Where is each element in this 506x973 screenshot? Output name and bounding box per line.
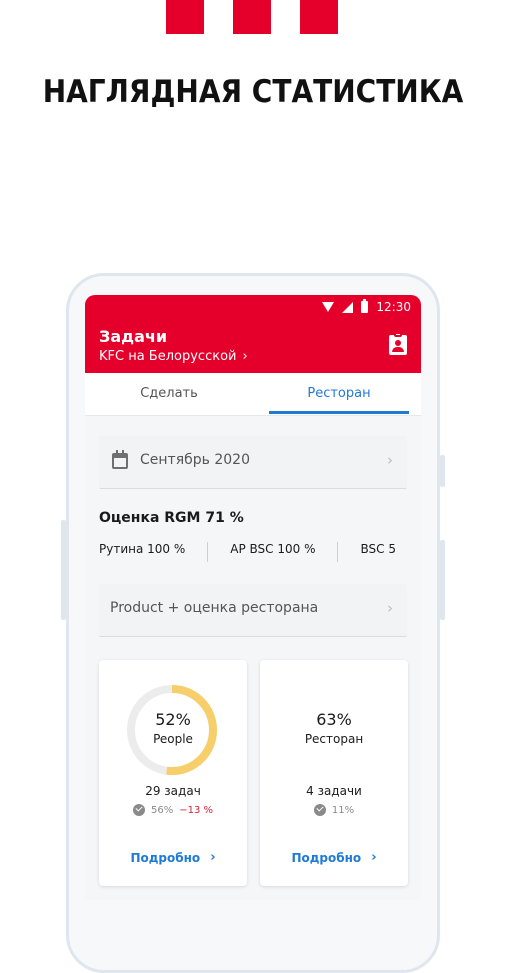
status-bar: 12:30 (322, 299, 411, 315)
chevron-right-icon: › (387, 599, 393, 617)
active-tab-indicator (269, 411, 409, 414)
sub-stats: 56% −13 % (99, 804, 247, 816)
phone-side-button (61, 520, 66, 620)
wifi-icon (322, 302, 335, 312)
tasks-count: 29 задач (145, 784, 201, 798)
details-link[interactable]: Подробно › (260, 850, 408, 865)
details-label: Подробно (130, 850, 201, 865)
metric-bsc: BSC 5 (360, 542, 396, 556)
restaurant-selector[interactable]: KFC на Белорусской › (99, 349, 248, 364)
metric-ap-bsc: AP BSC 100 % (230, 542, 339, 562)
clipboard-user-icon[interactable] (389, 332, 407, 355)
logo-stripe (300, 0, 338, 34)
progress-ring (127, 685, 217, 775)
phone-side-button (440, 540, 445, 620)
stat-card-people[interactable]: 52% People 29 задач 56% −13 % Подробно › (99, 660, 247, 886)
card-name: People (153, 732, 193, 746)
logo-stripe (166, 0, 204, 34)
previous-percent: 56% (150, 804, 174, 816)
details-label: Подробно (291, 850, 362, 865)
phone-side-button (440, 455, 445, 487)
chevron-right-icon: › (242, 349, 248, 364)
tab-bar: Сделать Ресторан (85, 373, 421, 416)
status-time: 12:30 (376, 300, 411, 314)
phone-screen: 12:30 Задачи KFC на Белорусской › Сделат… (85, 295, 421, 900)
delta-value: −13 % (179, 804, 214, 816)
promo-headline: НАГЛЯДНАЯ СТАТИСТИКА (42, 73, 464, 110)
tasks-count: 4 задачи (306, 784, 362, 798)
tab-restaurant[interactable]: Ресторан (269, 373, 409, 415)
month-selector[interactable]: Сентябрь 2020 › (99, 436, 407, 489)
rgm-title: Оценка RGM 71 % (99, 510, 244, 526)
signal-icon (342, 301, 354, 313)
stat-card-restaurant[interactable]: 63% Ресторан 4 задачи 11% Подробно › (260, 660, 408, 886)
kfc-stripes-logo (166, 0, 338, 34)
month-label: Сентябрь 2020 (140, 452, 250, 468)
sub-stats: 11% (260, 804, 408, 816)
tab-todo[interactable]: Сделать (99, 373, 239, 415)
chevron-right-icon: › (210, 850, 216, 865)
rgm-metrics: Рутина 100 % AP BSC 100 % BSC 5 (99, 542, 421, 562)
chevron-right-icon: › (371, 850, 377, 865)
rgm-summary: Оценка RGM 71 % Рутина 100 % AP BSC 100 … (99, 510, 421, 562)
chevron-right-icon: › (387, 451, 393, 469)
details-link[interactable]: Подробно › (99, 850, 247, 865)
calendar-icon (112, 450, 128, 469)
app-bar: 12:30 Задачи KFC на Белорусской › (85, 295, 421, 373)
battery-icon (361, 299, 369, 313)
card-name: Ресторан (304, 732, 364, 746)
metric-routine: Рутина 100 % (99, 542, 209, 562)
product-selector[interactable]: Product + оценка ресторана › (99, 584, 407, 637)
percent-value: 63% (316, 710, 352, 729)
previous-percent: 11% (331, 804, 355, 816)
check-circle-icon (132, 804, 145, 816)
page-title: Задачи (99, 327, 168, 346)
logo-stripe (233, 0, 271, 34)
check-circle-icon (313, 804, 326, 816)
product-label: Product + оценка ресторана (110, 600, 319, 616)
percent-value: 52% (155, 710, 191, 729)
restaurant-name: KFC на Белорусской (99, 349, 237, 364)
